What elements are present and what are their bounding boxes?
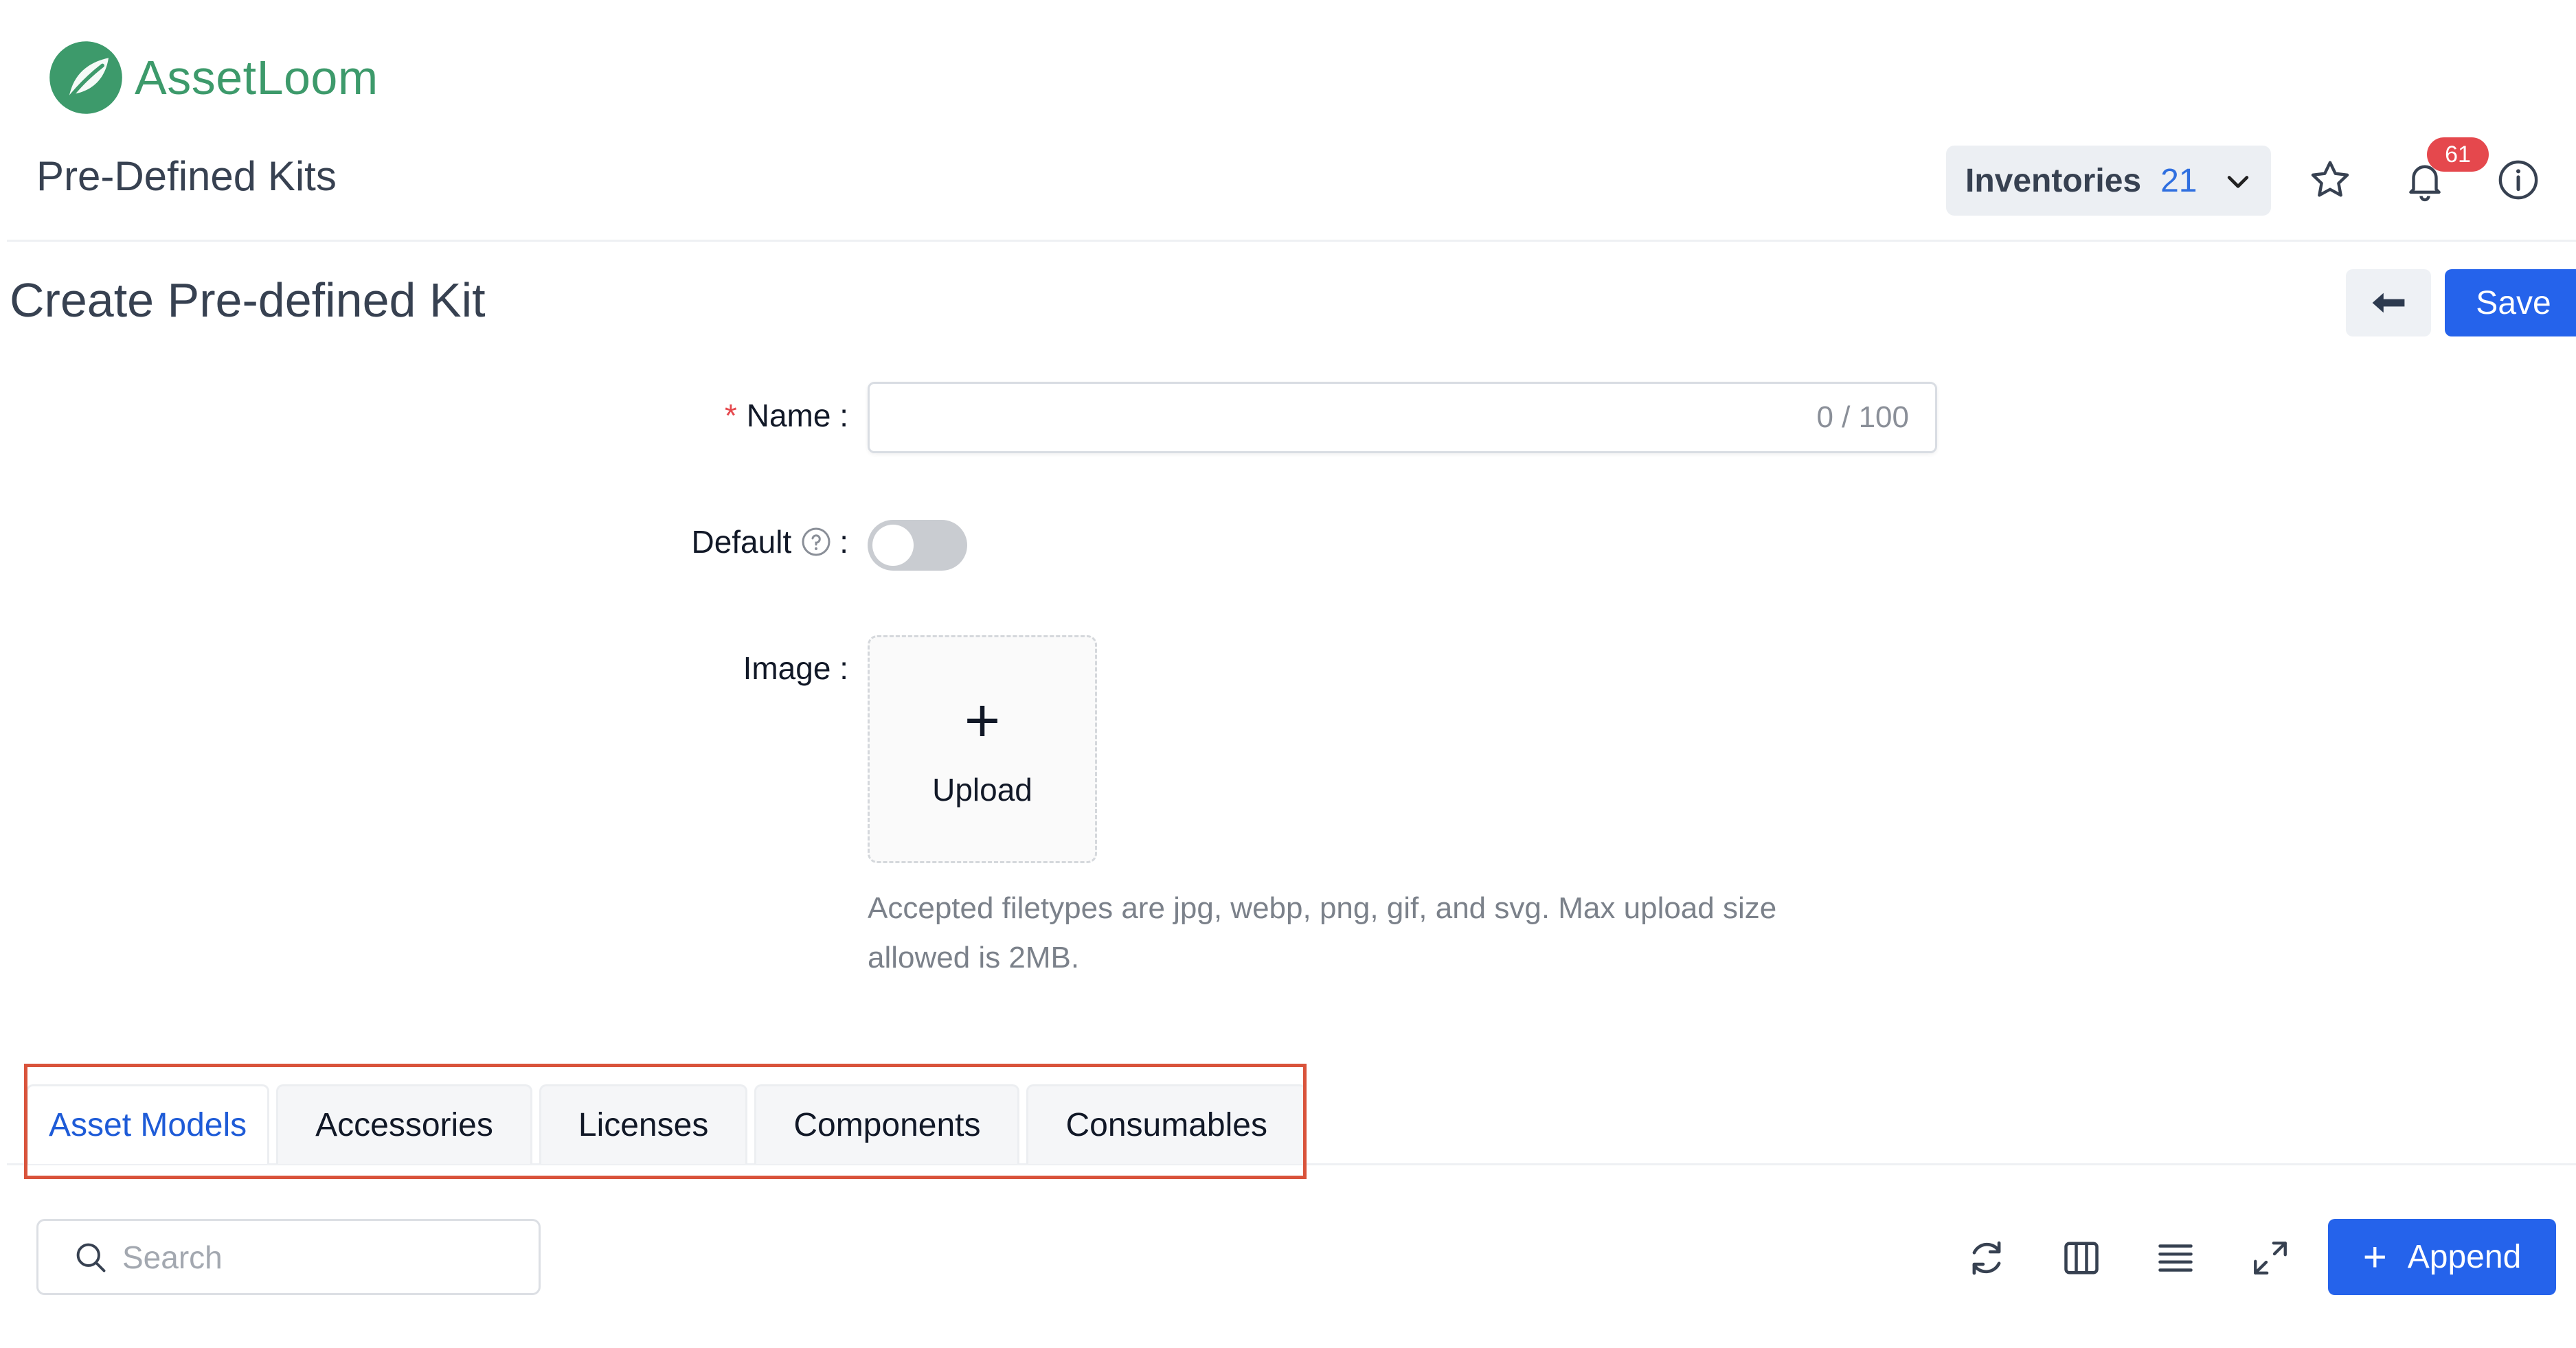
name-label-row: * Name : [725,397,848,434]
app-logo[interactable]: AssetLoom [48,40,379,115]
info-button[interactable] [2491,152,2546,207]
reload-icon [1972,1241,2001,1275]
search-input[interactable]: Search [36,1219,541,1295]
fullscreen-icon [2254,1242,2287,1275]
chevron-down-icon [2227,176,2249,188]
search-placeholder: Search [122,1239,223,1275]
toggle-knob [872,525,914,566]
image-label-row: Image : [743,650,848,687]
info-icon [2498,160,2538,200]
density-icon [2158,1244,2193,1272]
required-marker: * [724,398,737,433]
fullscreen-button[interactable] [2243,1231,2298,1286]
name-input[interactable]: 0 / 100 [868,382,1937,453]
label-colon: : [831,650,848,686]
image-upload-button[interactable]: + Upload [868,635,1097,863]
default-label: Default [691,524,792,560]
row-density-button[interactable] [2148,1231,2203,1286]
tabs-highlight-box [24,1064,1307,1179]
notification-badge: 61 [2427,137,2489,172]
star-icon [2311,161,2349,197]
help-circle-icon[interactable] [800,525,833,558]
append-label: Append [2407,1239,2522,1275]
form-title: Create Pre-defined Kit [10,273,486,327]
upload-hint: Accepted filetypes are jpg, webp, png, g… [868,891,1777,974]
default-toggle[interactable] [868,520,967,571]
name-char-counter: 0 / 100 [1816,400,1909,434]
reload-button[interactable] [1959,1231,2014,1286]
header-divider [7,240,2576,242]
plus-icon: + [2362,1233,2387,1280]
back-button[interactable] [2346,269,2431,336]
upload-label: Upload [932,772,1032,808]
favorite-button[interactable] [2303,152,2358,207]
name-label: Name [746,398,831,433]
app-name: AssetLoom [135,51,379,104]
inventory-count: 21 [2160,162,2197,199]
save-button[interactable]: Save [2445,269,2576,336]
search-icon [76,1243,106,1272]
label-colon: : [831,398,848,433]
plus-icon: + [964,687,1001,755]
inventory-selector[interactable]: Inventories 21 [1946,146,2271,216]
columns-icon [2064,1242,2099,1275]
image-label: Image [743,650,831,686]
page-title: Pre-Defined Kits [36,153,337,199]
append-button[interactable]: + Append [2328,1219,2556,1295]
label-colon: : [839,524,848,560]
leaf-logo-icon [49,41,122,114]
column-settings-button[interactable] [2054,1231,2109,1286]
arrow-left-icon [2372,293,2405,313]
inventory-label: Inventories [1965,162,2142,199]
default-label-row: Default : [691,523,848,560]
